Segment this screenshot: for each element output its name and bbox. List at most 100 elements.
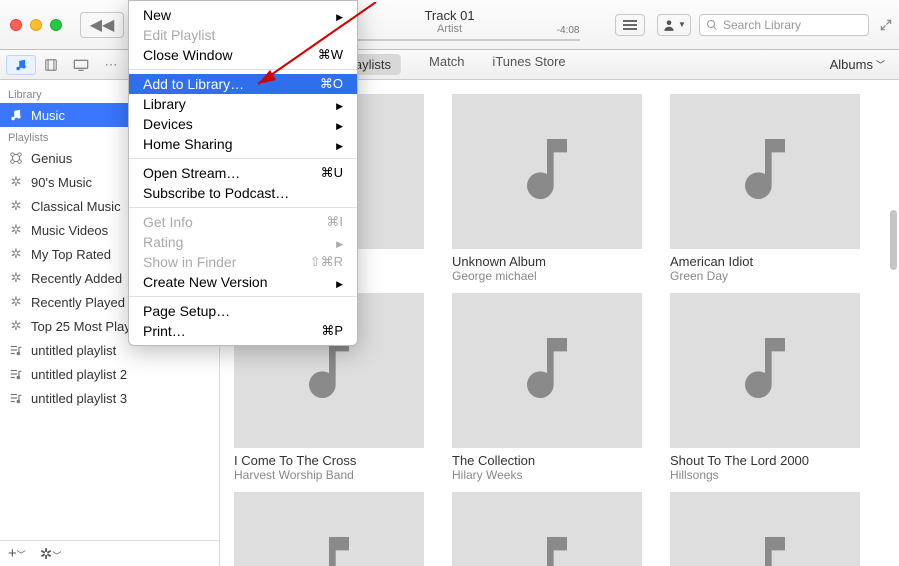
album-tile[interactable]: American IdiotGreen Day xyxy=(670,94,860,283)
gear-icon: ✲ xyxy=(8,198,24,214)
sidebar-item-untitled2[interactable]: untitled playlist 2 xyxy=(0,362,219,386)
traffic-lights xyxy=(0,19,62,31)
account-button[interactable]: ▼ xyxy=(657,14,691,36)
add-playlist-button[interactable]: +﹀ xyxy=(8,545,26,562)
file-menu: New Edit Playlist Close Window⌘W Add to … xyxy=(128,0,358,346)
tab-itunes-store[interactable]: iTunes Store xyxy=(492,54,565,75)
menu-new[interactable]: New xyxy=(129,5,357,25)
view-dropdown-label: Albums xyxy=(830,57,873,72)
chevron-down-icon: ﹀ xyxy=(876,58,885,71)
menu-create-new-version[interactable]: Create New Version xyxy=(129,272,357,292)
sidebar-item-label: Music Videos xyxy=(31,223,108,238)
gear-icon: ✲ xyxy=(8,222,24,238)
music-note-icon xyxy=(725,328,805,413)
gear-icon: ✲ xyxy=(8,246,24,262)
gear-icon: ✲ xyxy=(8,270,24,286)
sidebar-item-label: Recently Played xyxy=(31,295,125,310)
playlist-icon xyxy=(8,390,24,406)
sidebar-item-label: untitled playlist xyxy=(31,343,116,358)
menu-close-window[interactable]: Close Window⌘W xyxy=(129,45,357,65)
gear-icon: ✲ xyxy=(8,318,24,334)
music-note-icon xyxy=(725,129,805,214)
tv-icon xyxy=(73,59,89,71)
music-note-icon xyxy=(507,527,587,566)
now-playing-artist: Artist xyxy=(320,23,580,35)
settings-button[interactable]: ✲﹀ xyxy=(40,545,62,563)
menu-subscribe-podcast[interactable]: Subscribe to Podcast… xyxy=(129,183,357,203)
album-tile[interactable]: Shout To The Lord 2000Hillsongs xyxy=(670,293,860,482)
sidebar-item-label: untitled playlist 3 xyxy=(31,391,127,406)
music-note-icon xyxy=(8,107,24,123)
playback-progress[interactable]: -4:08 xyxy=(320,39,580,41)
now-playing-title: Track 01 xyxy=(320,8,580,23)
album-art xyxy=(670,293,860,448)
sidebar-item-label: Music xyxy=(31,108,65,123)
menu-show-in-finder: Show in Finder⇧⌘R xyxy=(129,252,357,272)
album-title: The Collection xyxy=(452,453,642,468)
view-dropdown[interactable]: Albums ﹀ xyxy=(830,57,885,72)
album-art xyxy=(670,492,860,566)
menu-open-stream[interactable]: Open Stream…⌘U xyxy=(129,163,357,183)
album-title: Unknown Album xyxy=(452,254,642,269)
zoom-window-button[interactable] xyxy=(50,19,62,31)
menu-library[interactable]: Library xyxy=(129,94,357,114)
sidebar-item-label: 90's Music xyxy=(31,175,92,190)
album-artist: Hilary Weeks xyxy=(452,468,642,482)
menu-print[interactable]: Print…⌘P xyxy=(129,321,357,341)
gear-icon: ✲ xyxy=(8,174,24,190)
playlist-icon xyxy=(8,366,24,382)
music-note-icon xyxy=(725,527,805,566)
time-remaining: -4:08 xyxy=(557,25,580,36)
close-window-button[interactable] xyxy=(10,19,22,31)
menu-add-to-library[interactable]: Add to Library…⌘O xyxy=(129,74,357,94)
back-button[interactable]: ◀◀ xyxy=(80,12,124,38)
album-artist: Green Day xyxy=(670,269,860,283)
sidebar-item-label: Classical Music xyxy=(31,199,121,214)
album-title: Shout To The Lord 2000 xyxy=(670,453,860,468)
sidebar-item-untitled3[interactable]: untitled playlist 3 xyxy=(0,386,219,410)
playlist-icon xyxy=(8,342,24,358)
sidebar-item-label: My Top Rated xyxy=(31,247,111,262)
music-note-icon xyxy=(507,328,587,413)
movies-media-tab[interactable] xyxy=(36,55,66,75)
album-art xyxy=(452,293,642,448)
album-title: American Idiot xyxy=(670,254,860,269)
sidebar-footer: +﹀ ✲﹀ xyxy=(0,540,219,566)
fullscreen-button[interactable] xyxy=(879,18,893,32)
list-view-button[interactable] xyxy=(615,14,645,36)
album-tile[interactable]: The CollectionHilary Weeks xyxy=(452,293,642,482)
album-tile[interactable] xyxy=(452,492,642,566)
album-art xyxy=(234,492,424,566)
album-title: I Come To The Cross xyxy=(234,453,424,468)
album-artist: Hillsongs xyxy=(670,468,860,482)
menu-devices[interactable]: Devices xyxy=(129,114,357,134)
menu-page-setup[interactable]: Page Setup… xyxy=(129,301,357,321)
more-media-tab[interactable]: ⋯ xyxy=(96,55,126,75)
album-tile[interactable] xyxy=(670,492,860,566)
album-art xyxy=(670,94,860,249)
music-note-icon xyxy=(507,129,587,214)
album-tile[interactable]: Unknown AlbumGeorge michael xyxy=(452,94,642,283)
scrollbar[interactable] xyxy=(890,210,897,270)
now-playing: Track 01 Artist -4:08 xyxy=(320,8,580,41)
search-icon xyxy=(706,19,718,31)
sidebar-item-label: untitled playlist 2 xyxy=(31,367,127,382)
sidebar-item-label: Genius xyxy=(31,151,72,166)
user-silhouette-icon xyxy=(662,18,676,32)
album-art xyxy=(452,492,642,566)
search-input[interactable]: Search Library xyxy=(699,14,869,36)
album-artist: Harvest Worship Band xyxy=(234,468,424,482)
music-media-tab[interactable] xyxy=(6,55,36,75)
album-artist: George michael xyxy=(452,269,642,283)
menu-home-sharing[interactable]: Home Sharing xyxy=(129,134,357,154)
search-placeholder: Search Library xyxy=(723,18,801,32)
menu-edit-playlist: Edit Playlist xyxy=(129,25,357,45)
film-icon xyxy=(44,58,58,72)
menu-rating: Rating xyxy=(129,232,357,252)
tab-match[interactable]: Match xyxy=(429,54,464,75)
minimize-window-button[interactable] xyxy=(30,19,42,31)
sidebar-item-label: Recently Added xyxy=(31,271,122,286)
album-art xyxy=(452,94,642,249)
tv-media-tab[interactable] xyxy=(66,55,96,75)
album-tile[interactable] xyxy=(234,492,424,566)
